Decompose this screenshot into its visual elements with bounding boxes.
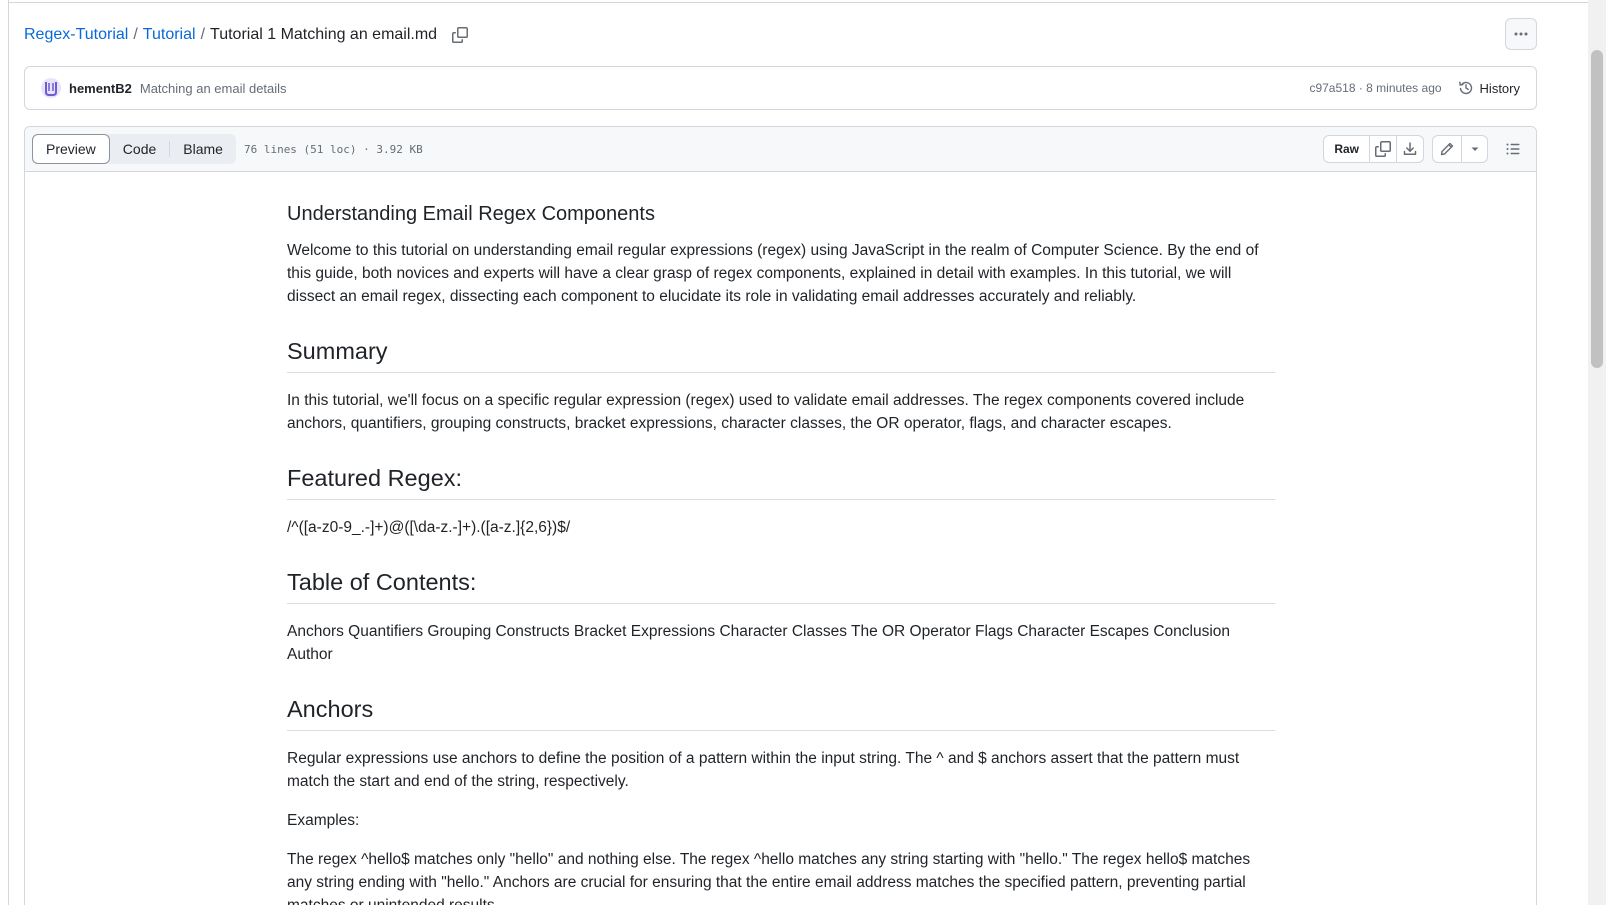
history-label: History	[1479, 80, 1520, 96]
edit-dropdown-button[interactable]	[1461, 136, 1487, 162]
edit-actions-group	[1432, 135, 1488, 163]
summary-heading: Summary	[287, 336, 1275, 373]
summary-paragraph: In this tutorial, we'll focus on a speci…	[287, 392, 1245, 432]
file-info: 76 lines (51 loc) · 3.92 KB	[243, 142, 423, 156]
copy-icon	[1375, 141, 1391, 157]
intro-heading: Understanding Email Regex Components	[287, 203, 655, 225]
page-top-border	[8, 2, 1588, 3]
raw-actions-group: Raw	[1323, 135, 1424, 163]
tab-preview[interactable]: Preview	[32, 134, 110, 164]
download-icon	[1403, 142, 1417, 155]
anchors-paragraph: Regular expressions use anchors to defin…	[287, 750, 1240, 790]
anchors-heading: Anchors	[287, 694, 1275, 731]
latest-commit-bar: hementB2 Matching an email details c97a5…	[24, 66, 1537, 110]
examples-paragraph: The regex ^hello$ matches only "hello" a…	[287, 851, 1251, 905]
view-mode-segmented-control: Preview Code Blame	[32, 134, 236, 164]
copy-raw-button[interactable]	[1369, 136, 1396, 162]
commit-message[interactable]: Matching an email details	[140, 81, 287, 96]
copy-icon	[452, 27, 469, 43]
pencil-icon	[1440, 142, 1454, 156]
triangle-down-icon	[1471, 147, 1478, 151]
copy-path-button[interactable]	[451, 26, 469, 44]
kebab-horizontal-icon	[1514, 32, 1528, 36]
outline-button[interactable]	[1498, 135, 1528, 163]
avatar-logo-icon	[45, 82, 57, 96]
breadcrumb-separator: /	[200, 26, 206, 43]
tab-blame[interactable]: Blame	[170, 134, 236, 164]
download-button[interactable]	[1396, 136, 1423, 162]
history-button[interactable]: History	[1458, 80, 1520, 96]
markdown-body: Understanding Email Regex Components Wel…	[287, 201, 1275, 905]
breadcrumb-repo-link[interactable]: Regex-Tutorial	[24, 26, 128, 44]
scrollbar-thumb[interactable]	[1591, 50, 1603, 368]
intro-paragraph: Welcome to this tutorial on understandin…	[287, 242, 1259, 305]
avatar[interactable]	[41, 78, 61, 98]
commit-right-group: c97a518 · 8 minutes ago History	[1309, 80, 1520, 96]
breadcrumb: Regex-Tutorial / Tutorial / Tutorial 1 M…	[24, 24, 469, 46]
list-unordered-icon	[1506, 143, 1520, 155]
raw-button[interactable]: Raw	[1324, 136, 1369, 162]
history-icon	[1458, 81, 1472, 95]
file-actions: Raw	[1323, 135, 1528, 163]
commit-sha-time[interactable]: c97a518 · 8 minutes ago	[1309, 81, 1441, 95]
table-of-contents-heading: Table of Contents:	[287, 567, 1275, 604]
file-viewer: Preview Code Blame 76 lines (51 loc) · 3…	[24, 126, 1537, 905]
breadcrumb-folder-link[interactable]: Tutorial	[143, 26, 196, 44]
file-header: Preview Code Blame 76 lines (51 loc) · 3…	[25, 127, 1536, 172]
edit-file-button[interactable]	[1433, 136, 1461, 162]
featured-regex-heading: Featured Regex:	[287, 463, 1275, 500]
tab-code[interactable]: Code	[110, 134, 169, 164]
table-of-contents-paragraph: Anchors Quantifiers Grouping Constructs …	[287, 623, 1231, 663]
more-options-button[interactable]	[1505, 18, 1537, 50]
commit-author[interactable]: hementB2	[69, 81, 132, 96]
breadcrumb-current-file: Tutorial 1 Matching an email.md	[210, 26, 438, 43]
page-scrollbar[interactable]	[1588, 0, 1606, 905]
page-left-border	[8, 0, 9, 905]
breadcrumb-separator: /	[133, 26, 138, 43]
featured-regex-paragraph: /^([a-z0-9_.-]+)@([\da-z.-]+).([a-z.]{2,…	[287, 519, 571, 536]
examples-label: Examples:	[287, 812, 360, 829]
